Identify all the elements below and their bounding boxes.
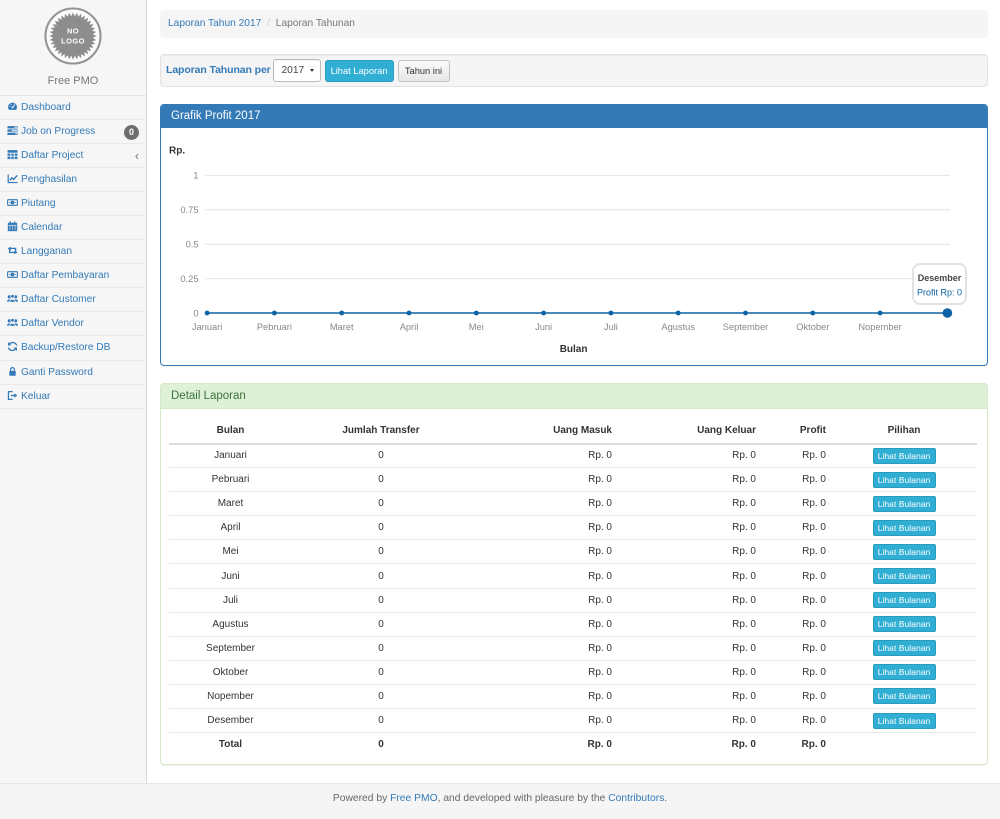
- svg-text:Nopember: Nopember: [858, 322, 901, 332]
- svg-text:LOGO: LOGO: [61, 37, 85, 46]
- svg-text:Profit Rp: 0: Profit Rp: 0: [917, 288, 962, 298]
- svg-text:Rp.: Rp.: [169, 146, 185, 157]
- svg-text:Juli: Juli: [604, 322, 618, 332]
- svg-text:0.75: 0.75: [180, 205, 198, 215]
- svg-text:0: 0: [193, 308, 198, 318]
- svg-text:Desember: Desember: [918, 273, 962, 283]
- svg-text:Maret: Maret: [330, 322, 354, 332]
- svg-text:Juni: Juni: [535, 322, 552, 332]
- svg-text:Bulan: Bulan: [560, 344, 588, 355]
- svg-text:1: 1: [193, 171, 198, 181]
- svg-text:0.25: 0.25: [180, 274, 198, 284]
- svg-text:Mei: Mei: [469, 322, 484, 332]
- svg-text:0.5: 0.5: [186, 240, 199, 250]
- svg-text:Agustus: Agustus: [661, 322, 695, 332]
- svg-text:April: April: [400, 322, 419, 332]
- svg-text:Januari: Januari: [192, 322, 223, 332]
- svg-text:Oktober: Oktober: [796, 322, 829, 332]
- svg-text:Pebruari: Pebruari: [257, 322, 292, 332]
- svg-text:September: September: [723, 322, 768, 332]
- svg-text:NO: NO: [67, 27, 79, 36]
